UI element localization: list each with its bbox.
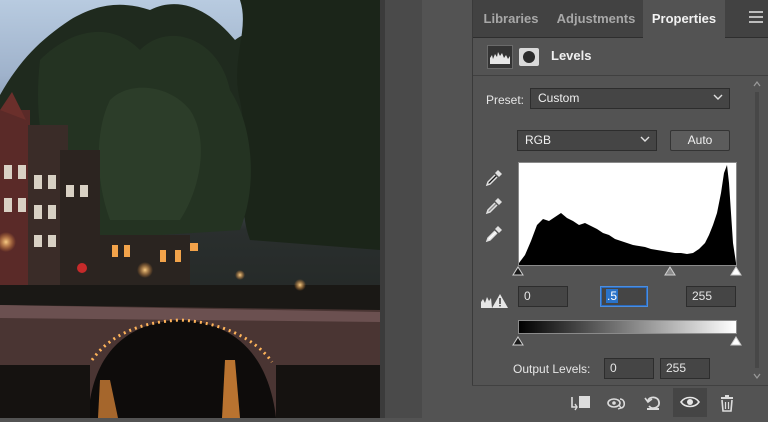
panel-dock-gutter [422,0,472,418]
adjustment-title: Levels [551,48,592,63]
chevron-down-icon [713,94,723,100]
output-levels-label: Output Levels: [513,362,591,376]
input-gamma-value: .5 [606,289,619,303]
channel-dropdown[interactable]: RGB [517,130,657,151]
canal-bridge-photo [0,0,380,418]
auto-button[interactable]: Auto [670,130,730,151]
chevron-down-icon [640,136,650,142]
panel-bottom-toolbar [472,385,768,418]
view-previous-state-icon[interactable] [606,393,628,413]
workspace-gutter [385,0,422,418]
output-gradient-bar [518,320,737,334]
toggle-visibility-button[interactable] [673,388,707,417]
eye-icon [680,396,700,408]
levels-adjustment-icon[interactable] [487,45,513,69]
delete-icon[interactable] [716,393,738,413]
input-gamma-slider[interactable] [664,266,676,276]
panel-menu-icon[interactable] [749,11,763,25]
document-canvas[interactable] [0,0,380,418]
tab-libraries[interactable]: Libraries [473,0,549,38]
panel-tab-bar: Libraries Adjustments Properties [473,0,768,39]
preset-value: Custom [538,91,580,105]
adjustment-header: Levels [473,40,768,76]
channel-value: RGB [525,133,552,147]
input-black-slider[interactable] [512,266,524,276]
gray-point-eyedropper-icon[interactable] [484,196,504,216]
input-gamma-field[interactable]: .5 [600,286,648,307]
input-white-field[interactable]: 255 [686,286,736,307]
tab-adjustments[interactable]: Adjustments [549,0,643,38]
reset-icon[interactable] [642,393,664,413]
tab-properties[interactable]: Properties [643,0,725,39]
layer-mask-icon[interactable] [519,48,539,66]
output-black-field[interactable]: 0 [604,358,654,379]
output-black-slider[interactable] [512,336,524,346]
output-white-slider[interactable] [730,336,742,346]
levels-histogram [518,162,737,266]
panel-scrollbar[interactable] [752,80,762,380]
output-white-field[interactable]: 255 [660,358,710,379]
input-black-field[interactable]: 0 [518,286,568,307]
input-white-slider[interactable] [730,266,742,276]
preset-dropdown[interactable]: Custom [530,88,730,109]
black-point-eyedropper-icon[interactable] [484,168,504,188]
white-point-eyedropper-icon[interactable] [484,224,504,244]
preset-label: Preset: [486,93,525,107]
calculate-histogram-warning-icon[interactable] [480,292,510,310]
clip-to-layer-icon[interactable] [570,393,592,413]
